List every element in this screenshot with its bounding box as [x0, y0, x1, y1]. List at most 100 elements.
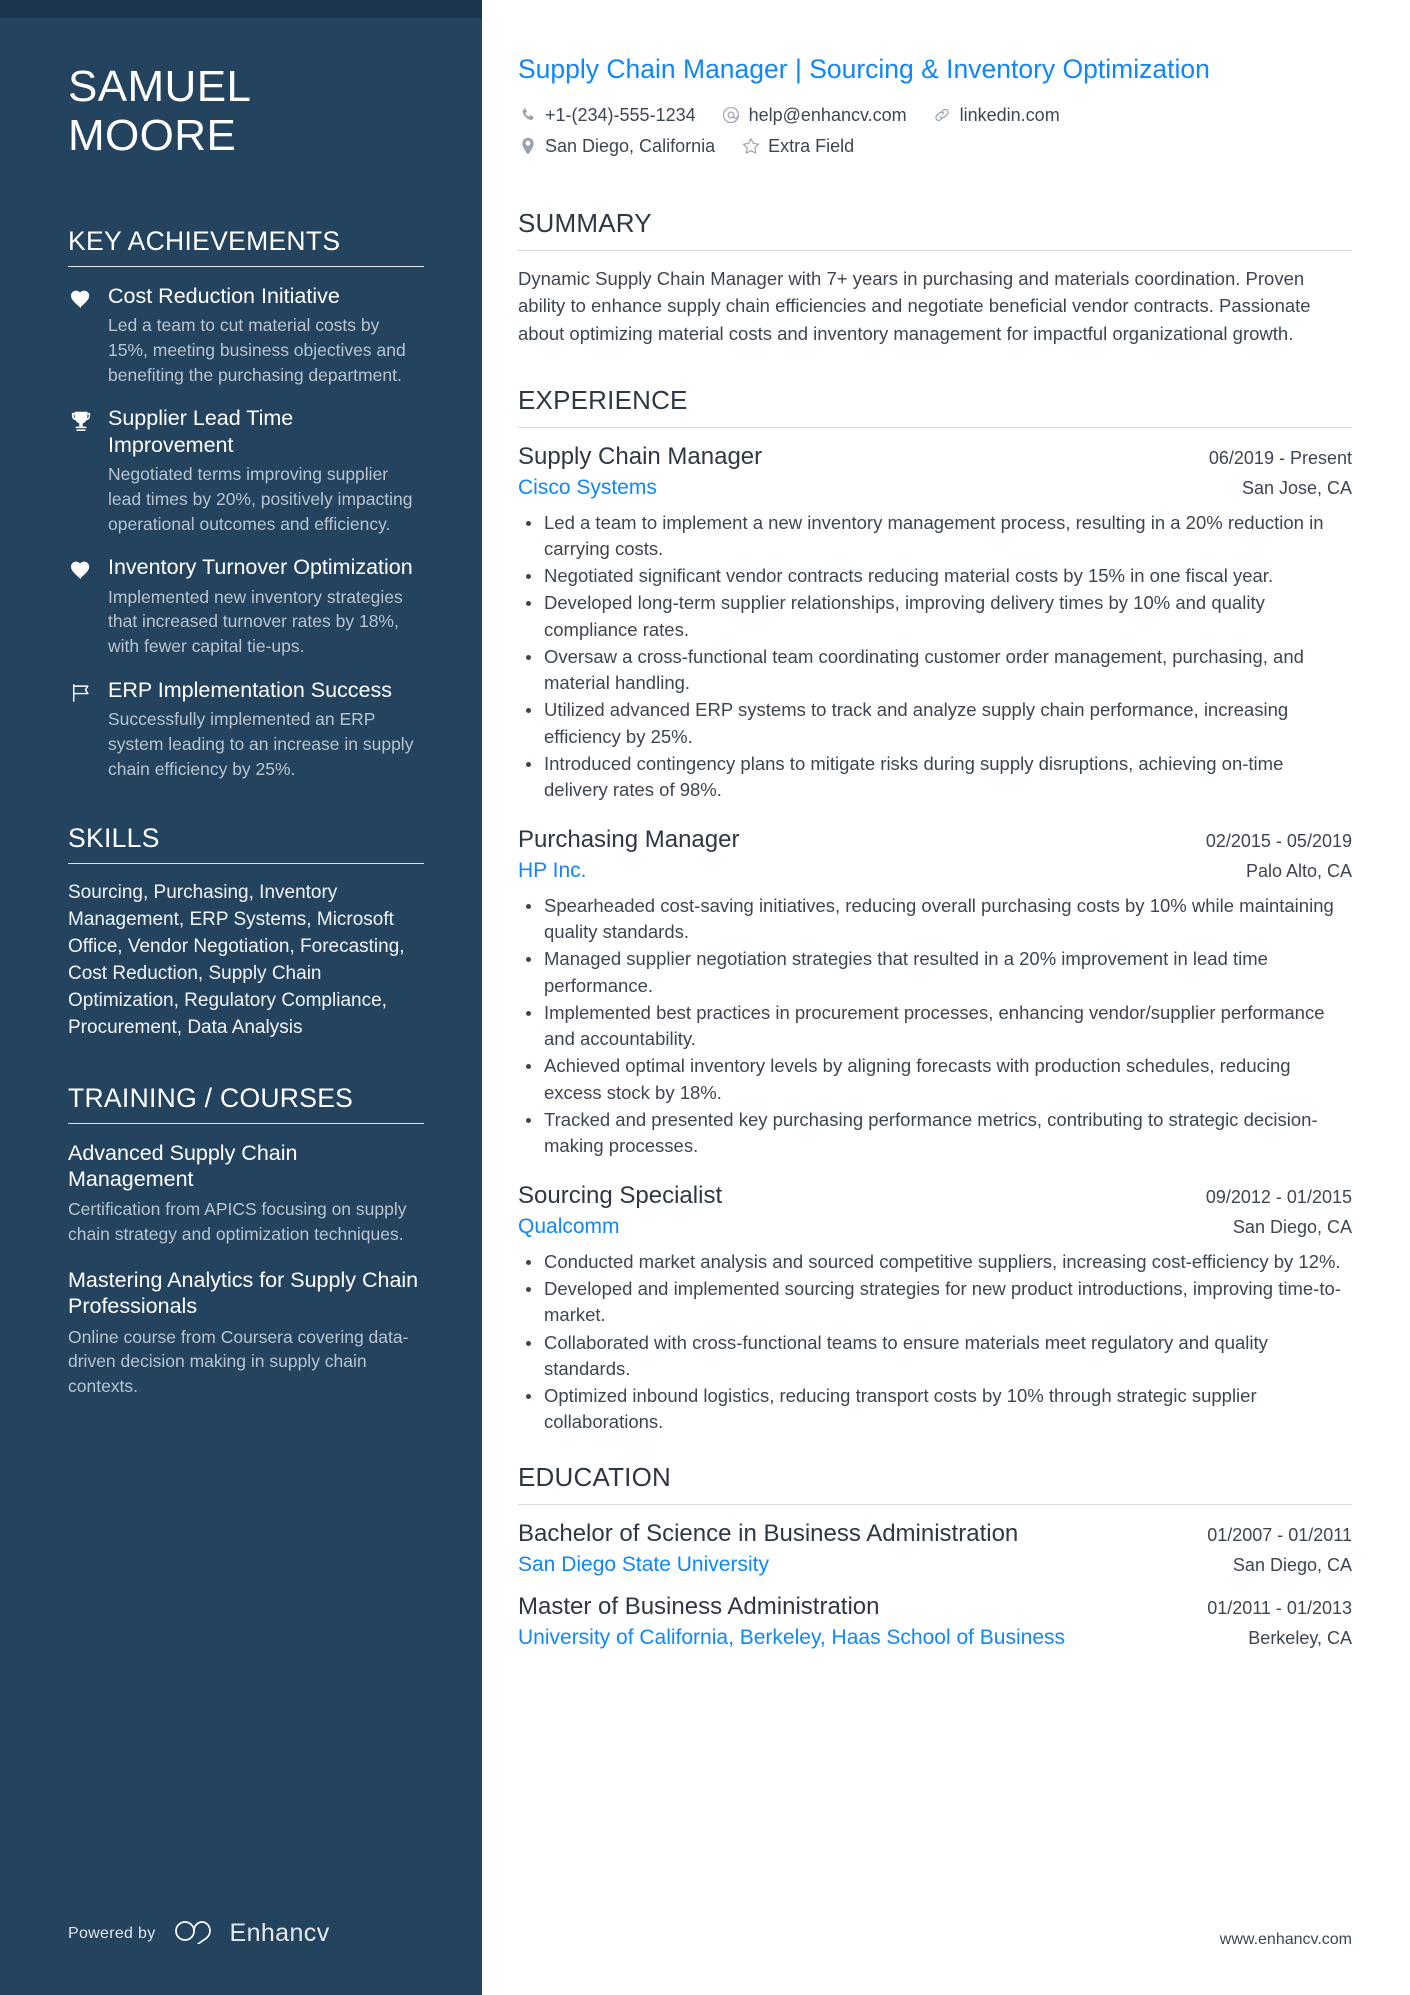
job-bullets: Led a team to implement a new inventory …: [518, 510, 1352, 804]
achievement-item: Cost Reduction Initiative Led a team to …: [68, 283, 424, 388]
powered-by-label: Powered by: [68, 1924, 156, 1942]
entry-header: Purchasing Manager 02/2015 - 05/2019: [518, 825, 1352, 855]
contact-info: +1-(234)-555-1234 help@enhancv.com linke…: [518, 102, 1352, 164]
experience-entry: Purchasing Manager 02/2015 - 05/2019 HP …: [518, 825, 1352, 1159]
link-icon: [933, 106, 952, 125]
summary-text: Dynamic Supply Chain Manager with 7+ yea…: [518, 267, 1311, 344]
education-title: EDUCATION: [518, 1461, 671, 1492]
bullet-item: Optimized inbound logistics, reducing tr…: [518, 1383, 1352, 1436]
main-content: Supply Chain Manager | Sourcing & Invent…: [482, 0, 1410, 1995]
summary-section: SUMMARY Dynamic Supply Chain Manager wit…: [518, 208, 1352, 381]
key-achievements-section: KEY ACHIEVEMENTS Cost Reduction Initiati…: [68, 226, 424, 782]
divider: [68, 265, 424, 267]
star-icon: [741, 137, 760, 156]
job-location: San Diego, CA: [1232, 1217, 1352, 1238]
entry-subheader: Qualcomm San Diego, CA: [518, 1213, 1352, 1240]
bullet-item: Led a team to implement a new inventory …: [518, 510, 1352, 563]
job-date: 09/2012 - 01/2015: [1205, 1187, 1352, 1208]
achievement-body: Cost Reduction Initiative Led a team to …: [108, 283, 424, 388]
heart-icon: [68, 554, 94, 659]
bullet-item: Spearheaded cost-saving initiatives, red…: [518, 893, 1352, 946]
school-location: Berkeley, CA: [1248, 1628, 1352, 1649]
sidebar-content: SAMUEL MOORE KEY ACHIEVEMENTS Cost Reduc…: [0, 18, 482, 1918]
achievement-title: ERP Implementation Success: [108, 678, 393, 703]
job-title: Purchasing Manager: [518, 826, 740, 854]
contact-row-primary: +1-(234)-555-1234 help@enhancv.com linke…: [518, 102, 1352, 129]
job-date: 06/2019 - Present: [1208, 448, 1352, 469]
sidebar-footer: Powered by Enhancv: [0, 1918, 482, 1995]
bullet-item: Developed long-term supplier relationshi…: [518, 590, 1352, 643]
enhancv-wordmark: Enhancv: [229, 1919, 330, 1947]
contact-email-text: help@enhancv.com: [748, 104, 907, 125]
resume-page: SAMUEL MOORE KEY ACHIEVEMENTS Cost Reduc…: [0, 0, 1410, 1995]
phone-icon: [518, 106, 537, 125]
divider: [68, 863, 424, 865]
achievement-description: Successfully implemented an ERP system l…: [108, 709, 414, 780]
candidate-name: SAMUEL MOORE: [68, 62, 424, 161]
location-pin-icon: [518, 137, 537, 156]
job-date: 02/2015 - 05/2019: [1205, 831, 1352, 852]
contact-extra-field: Extra Field: [741, 133, 854, 160]
achievement-body: Inventory Turnover Optimization Implemen…: [108, 554, 424, 659]
training-courses-title: TRAINING / COURSES: [68, 1082, 354, 1113]
experience-title: EXPERIENCE: [518, 385, 688, 416]
experience-section: EXPERIENCE Supply Chain Manager 06/2019 …: [518, 385, 1352, 1458]
achievement-body: Supplier Lead Time Improvement Negotiate…: [108, 405, 424, 536]
entry-header: Sourcing Specialist 09/2012 - 01/2015: [518, 1181, 1352, 1211]
contact-phone-text: +1-(234)-555-1234: [545, 104, 696, 125]
page-title: Supply Chain Manager | Sourcing & Invent…: [518, 54, 1210, 84]
contact-phone[interactable]: +1-(234)-555-1234: [518, 102, 696, 129]
experience-entry: Supply Chain Manager 06/2019 - Present C…: [518, 442, 1352, 803]
school-name[interactable]: San Diego State University: [518, 1551, 769, 1578]
contact-extra-field-text: Extra Field: [768, 135, 855, 156]
bullet-item: Introduced contingency plans to mitigate…: [518, 751, 1352, 804]
training-courses-section: TRAINING / COURSES Advanced Supply Chain…: [68, 1082, 424, 1399]
degree-title: Bachelor of Science in Business Administ…: [518, 1519, 1019, 1547]
job-location: San Jose, CA: [1241, 478, 1352, 499]
achievement-body: ERP Implementation Success Successfully …: [108, 677, 424, 782]
course-title: Advanced Supply Chain Management: [68, 1140, 298, 1192]
first-name: SAMUEL: [68, 62, 252, 111]
last-name: MOORE: [68, 111, 237, 161]
course-item: Mastering Analytics for Supply Chain Pro…: [68, 1267, 424, 1399]
heart-icon: [68, 283, 94, 388]
company-name[interactable]: Qualcomm: [518, 1213, 620, 1240]
contact-location: San Diego, California: [518, 133, 715, 160]
bullet-item: Oversaw a cross-functional team coordina…: [518, 644, 1352, 697]
flag-icon: [68, 677, 94, 782]
job-bullets: Conducted market analysis and sourced co…: [518, 1249, 1352, 1436]
achievement-description: Led a team to cut material costs by 15%,…: [108, 314, 406, 385]
school-name[interactable]: University of California, Berkeley, Haas…: [518, 1624, 1065, 1651]
job-bullets: Spearheaded cost-saving initiatives, red…: [518, 893, 1352, 1160]
contact-email[interactable]: help@enhancv.com: [722, 102, 907, 129]
main-footer: www.enhancv.com: [518, 1901, 1352, 1995]
job-title: Supply Chain Manager: [518, 443, 763, 471]
achievement-description: Implemented new inventory strategies tha…: [108, 586, 403, 657]
trophy-icon: [68, 405, 94, 536]
course-description: Certification from APICS focusing on sup…: [68, 1199, 407, 1245]
entry-subheader: San Diego State University San Diego, CA: [518, 1551, 1352, 1578]
education-entry: Bachelor of Science in Business Administ…: [518, 1519, 1352, 1578]
job-location: Palo Alto, CA: [1245, 861, 1352, 882]
divider: [518, 1503, 1352, 1505]
bullet-item: Developed and implemented sourcing strat…: [518, 1276, 1352, 1329]
achievement-item: Inventory Turnover Optimization Implemen…: [68, 554, 424, 659]
degree-date: 01/2007 - 01/2011: [1207, 1524, 1352, 1545]
entry-subheader: Cisco Systems San Jose, CA: [518, 474, 1352, 501]
divider: [518, 249, 1352, 251]
achievement-description: Negotiated terms improving supplier lead…: [108, 463, 413, 534]
sidebar-top-band: [0, 0, 482, 18]
experience-entry: Sourcing Specialist 09/2012 - 01/2015 Qu…: [518, 1181, 1352, 1435]
divider: [518, 427, 1352, 429]
achievement-title: Supplier Lead Time Improvement: [108, 406, 294, 457]
divider: [68, 1122, 424, 1124]
achievement-item: Supplier Lead Time Improvement Negotiate…: [68, 405, 424, 536]
skills-list: Sourcing, Purchasing, Inventory Manageme…: [68, 882, 405, 1038]
education-section: EDUCATION Bachelor of Science in Busines…: [518, 1462, 1352, 1666]
company-name[interactable]: Cisco Systems: [518, 474, 657, 501]
entry-header: Supply Chain Manager 06/2019 - Present: [518, 442, 1352, 472]
company-name[interactable]: HP Inc.: [518, 857, 586, 884]
contact-linkedin[interactable]: linkedin.com: [933, 102, 1060, 129]
entry-subheader: University of California, Berkeley, Haas…: [518, 1624, 1352, 1651]
bullet-item: Managed supplier negotiation strategies …: [518, 946, 1352, 999]
